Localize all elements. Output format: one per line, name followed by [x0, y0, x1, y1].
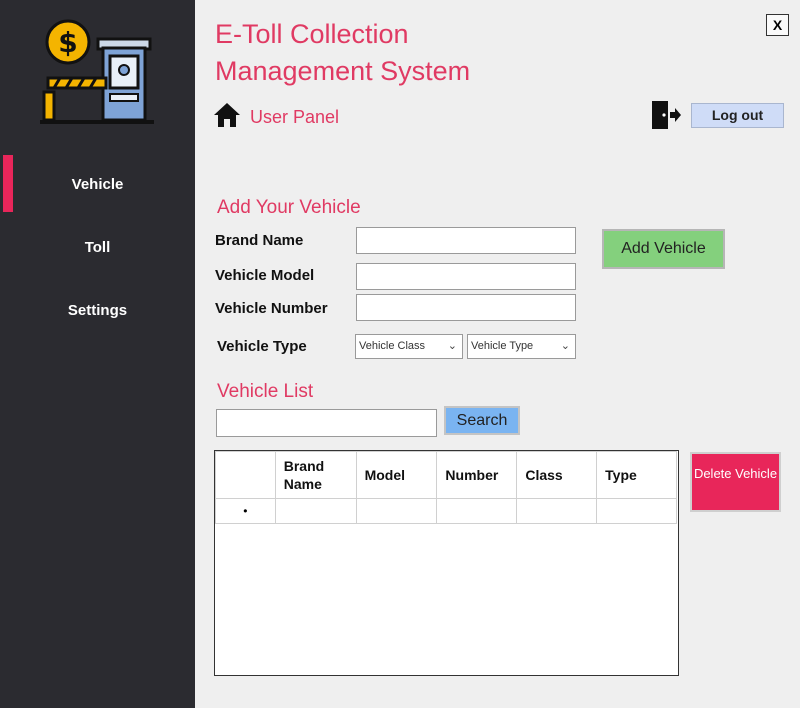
new-row-marker: • [215, 498, 276, 524]
app-title: E-Toll Collection Management System [215, 16, 470, 90]
vehicle-class-select[interactable]: Vehicle Class ⌄ [355, 334, 463, 359]
add-vehicle-title: Add Your Vehicle [217, 197, 361, 218]
search-button[interactable]: Search [444, 406, 520, 435]
logout-button[interactable]: Log out [691, 103, 784, 128]
column-header-model[interactable]: Model [355, 451, 438, 499]
app-title-line-2: Management System [215, 56, 471, 86]
vehicle-number-label: Vehicle Number [215, 300, 328, 317]
grid-header-row: Brand Name Model Number Class Type [215, 451, 677, 499]
vehicle-number-input[interactable] [356, 294, 576, 321]
sidebar-item-vehicle[interactable]: Vehicle [0, 176, 195, 193]
table-cell[interactable] [436, 498, 518, 524]
table-cell[interactable] [274, 498, 357, 524]
vehicle-class-select-value: Vehicle Class [359, 340, 426, 352]
home-icon[interactable] [213, 102, 241, 128]
delete-vehicle-button[interactable]: Delete Vehicle [690, 452, 781, 512]
toll-booth-icon: $ [40, 19, 154, 124]
svg-text:$: $ [58, 26, 77, 59]
chevron-down-icon: ⌄ [560, 340, 570, 352]
brand-name-input[interactable] [356, 227, 576, 254]
vehicle-model-label: Vehicle Model [215, 267, 315, 284]
table-cell[interactable] [516, 498, 598, 524]
brand-name-label: Brand Name [215, 232, 304, 249]
table-row[interactable]: • [215, 498, 677, 524]
app-title-line-1: E-Toll Collection [215, 19, 409, 49]
panel-label: User Panel [250, 107, 340, 127]
add-vehicle-button[interactable]: Add Vehicle [602, 229, 725, 269]
vehicle-list-title: Vehicle List [217, 381, 314, 402]
exit-door-icon[interactable] [650, 100, 682, 130]
column-header-type[interactable]: Type [596, 451, 677, 499]
sidebar-item-toll[interactable]: Toll [0, 239, 195, 256]
vehicle-model-input[interactable] [356, 263, 576, 290]
close-button[interactable]: X [766, 14, 789, 36]
search-input[interactable] [216, 409, 437, 437]
vehicle-type-select-value: Vehicle Type [471, 340, 534, 352]
column-header-number[interactable]: Number [436, 451, 518, 499]
sidebar-item-settings[interactable]: Settings [0, 302, 195, 319]
table-cell[interactable] [355, 498, 438, 524]
vehicle-type-label: Vehicle Type [217, 338, 307, 355]
vehicle-type-select[interactable]: Vehicle Type ⌄ [467, 334, 576, 359]
chevron-down-icon: ⌄ [447, 340, 457, 352]
column-header-class[interactable]: Class [516, 451, 598, 499]
row-header-corner [215, 451, 276, 499]
sidebar: $ Vehicle Toll Settings [0, 0, 195, 708]
column-header-brand-name[interactable]: Brand Name [274, 451, 357, 499]
vehicle-data-grid[interactable]: Brand Name Model Number Class Type • [214, 450, 679, 676]
table-cell[interactable] [596, 498, 677, 524]
